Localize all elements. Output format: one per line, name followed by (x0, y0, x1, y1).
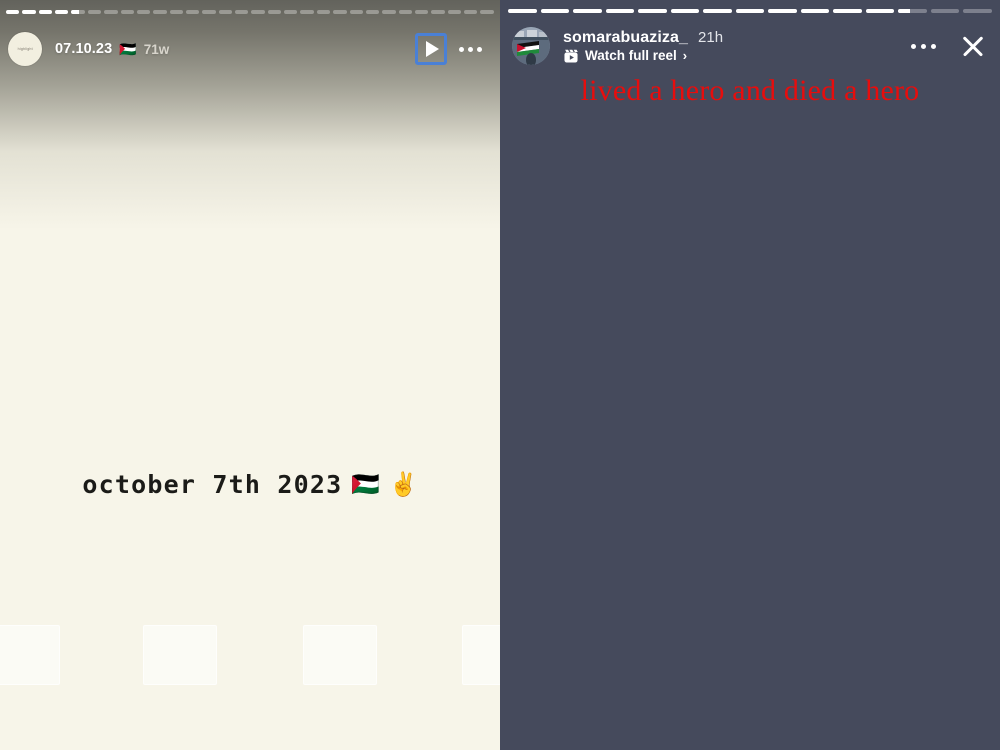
progress-segment[interactable] (87, 10, 102, 14)
right-story-actions (911, 33, 986, 59)
progress-segment[interactable] (235, 10, 249, 14)
ellipsis-dot-icon (921, 43, 926, 49)
watch-full-reel-label: Watch full reel (585, 48, 677, 63)
left-story-progress-bar[interactable] (6, 10, 494, 16)
close-icon[interactable] (960, 33, 986, 59)
left-more-options-button[interactable] (455, 41, 486, 58)
chevron-right-icon: › (682, 48, 688, 63)
left-story-actions (415, 33, 486, 65)
progress-segment[interactable] (963, 9, 992, 13)
progress-segment[interactable] (447, 10, 462, 14)
story-headline-text: lived a hero and died a hero (580, 74, 920, 107)
ghost-thumbnail (303, 625, 377, 685)
progress-segment[interactable] (833, 9, 862, 13)
progress-segment[interactable] (398, 10, 412, 14)
progress-segment[interactable] (284, 10, 298, 14)
progress-segment[interactable] (930, 9, 960, 13)
progress-segment[interactable] (136, 10, 151, 14)
progress-segment[interactable] (898, 9, 927, 13)
progress-segment[interactable] (703, 9, 732, 13)
user-info-block: somarabuaziza_ 21h Watch full reel › (563, 29, 723, 64)
story-caption: october 7th 2023 🇵🇸 ✌️ (0, 470, 500, 499)
ellipsis-dot-icon (931, 43, 936, 49)
left-story-panel[interactable]: highlight 07.10.23 🇵🇸 71w october 7th 20… (0, 0, 500, 750)
progress-segment[interactable] (431, 10, 445, 14)
right-story-progress-bar[interactable] (508, 9, 992, 15)
left-story-header: highlight 07.10.23 🇵🇸 71w (0, 26, 500, 72)
progress-segment[interactable] (540, 9, 570, 13)
progress-segment[interactable] (22, 10, 36, 14)
caption-palestine-flag-icon: 🇵🇸 (351, 471, 381, 497)
timestamp-label: 21h (698, 28, 724, 46)
caption-peace-sign-icon: ✌️ (389, 471, 418, 497)
avatar-label: highlight (17, 46, 33, 52)
progress-segment[interactable] (480, 10, 494, 14)
ellipsis-dot-icon (911, 43, 916, 49)
progress-segment[interactable] (6, 10, 20, 14)
progress-segment[interactable] (865, 9, 895, 13)
progress-segment[interactable] (251, 10, 265, 14)
left-story-avatar[interactable]: highlight (8, 32, 42, 66)
progress-segment[interactable] (202, 10, 216, 14)
avatar-photo (512, 27, 550, 65)
ghost-thumbnail (143, 625, 217, 685)
ghost-thumbnail (462, 625, 500, 685)
progress-segment[interactable] (169, 10, 183, 14)
story-date-label: 07.10.23 (55, 41, 113, 57)
play-icon (426, 41, 439, 57)
progress-segment[interactable] (267, 10, 282, 14)
ellipsis-dot-icon (468, 46, 473, 52)
story-age-label: 71w (143, 41, 170, 57)
progress-segment[interactable] (349, 10, 363, 14)
progress-segment[interactable] (333, 10, 347, 14)
right-story-panel[interactable]: somarabuaziza_ 21h Watch full reel › liv… (500, 0, 1000, 750)
progress-segment[interactable] (414, 10, 429, 14)
progress-segment[interactable] (218, 10, 233, 14)
progress-segment[interactable] (300, 10, 314, 14)
progress-segment[interactable] (55, 10, 69, 14)
progress-segment[interactable] (382, 10, 396, 14)
ellipsis-dot-icon (477, 46, 482, 52)
progress-segment[interactable] (464, 10, 478, 14)
progress-segment[interactable] (670, 9, 700, 13)
play-button[interactable] (415, 33, 447, 65)
ellipsis-dot-icon (459, 46, 464, 52)
reels-icon (564, 49, 578, 63)
progress-segment[interactable] (365, 10, 380, 14)
story-caption-text: october 7th 2023 (82, 470, 343, 499)
palestine-flag-icon: 🇵🇸 (119, 41, 137, 57)
left-story-meta: 07.10.23 🇵🇸 71w (55, 41, 169, 57)
username-row: somarabuaziza_ 21h (563, 29, 723, 47)
progress-segment[interactable] (153, 10, 167, 14)
right-more-options-button[interactable] (911, 43, 936, 49)
progress-segment[interactable] (71, 10, 85, 14)
progress-segment[interactable] (316, 10, 331, 14)
username-label[interactable]: somarabuaziza_ (563, 29, 688, 47)
progress-segment[interactable] (638, 9, 667, 13)
right-story-header: somarabuaziza_ 21h Watch full reel › (500, 22, 1000, 70)
user-avatar[interactable] (512, 27, 550, 65)
progress-segment[interactable] (104, 10, 118, 14)
progress-segment-fill (898, 9, 910, 13)
progress-segment[interactable] (185, 10, 200, 14)
ghost-thumbnail (0, 625, 60, 685)
progress-segment[interactable] (120, 10, 134, 14)
progress-segment[interactable] (38, 10, 53, 14)
progress-segment[interactable] (605, 9, 635, 13)
progress-segment[interactable] (800, 9, 830, 13)
progress-segment[interactable] (508, 9, 537, 13)
progress-segment-fill (71, 10, 79, 14)
progress-segment[interactable] (735, 9, 765, 13)
watch-full-reel-link[interactable]: Watch full reel › (563, 48, 723, 64)
story-viewer: highlight 07.10.23 🇵🇸 71w october 7th 20… (0, 0, 1000, 750)
progress-segment[interactable] (573, 9, 602, 13)
progress-segment[interactable] (768, 9, 797, 13)
